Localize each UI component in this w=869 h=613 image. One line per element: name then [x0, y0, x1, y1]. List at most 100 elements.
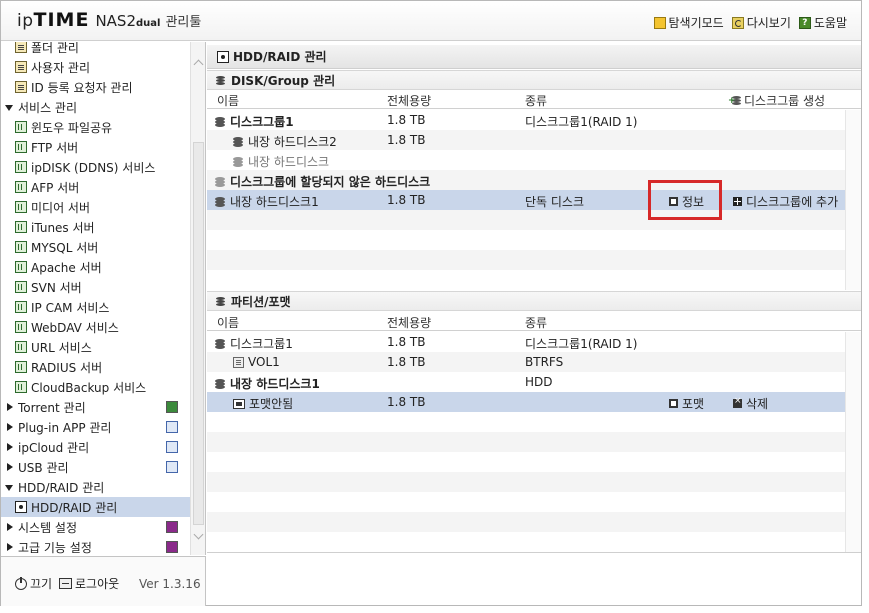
- disk-name: 내장 하드디스크: [248, 155, 330, 169]
- add-to-disk-group-button[interactable]: 디스크그룹에 추가: [733, 193, 838, 210]
- logout-icon: [59, 578, 72, 589]
- disk-name-cell: 디스크그룹1: [215, 113, 294, 130]
- disk-size-cell: 1.8 TB: [387, 113, 426, 127]
- sidebar-item-label: 사용자 관리: [31, 60, 91, 75]
- sidebar-item[interactable]: SVN 서버: [1, 277, 190, 297]
- create-disk-group-button[interactable]: 디스크그룹 생성: [728, 92, 825, 109]
- sidebar-category[interactable]: HDD/RAID 관리: [1, 477, 190, 497]
- col-size: 전체용량: [387, 94, 432, 108]
- disk-icon: [233, 156, 244, 167]
- refresh-label: 다시보기: [746, 16, 791, 30]
- sidebar-item[interactable]: 사용자 관리: [1, 57, 190, 77]
- sidebar-scrollbar[interactable]: [190, 42, 205, 555]
- sidebar-item[interactable]: AFP 서버: [1, 177, 190, 197]
- sidebar-item[interactable]: ipDISK (DDNS) 서비스: [1, 157, 190, 177]
- format-label: 포맷: [682, 397, 705, 411]
- sidebar-item-label: IP CAM 서비스: [31, 300, 110, 315]
- partition-table-row[interactable]: 디스크그룹1 1.8 TB 디스크그룹1(RAID 1): [207, 332, 845, 352]
- sidebar-category[interactable]: 고급 기능 설정: [1, 537, 190, 555]
- partition-name: VOL1: [248, 355, 280, 369]
- sidebar-item[interactable]: HDD/RAID 관리: [1, 497, 190, 517]
- col-name: 이름: [217, 316, 240, 330]
- partition-table-scrollbar[interactable]: [845, 332, 861, 552]
- scroll-thumb[interactable]: [193, 142, 204, 525]
- sidebar-item[interactable]: WebDAV 서비스: [1, 317, 190, 337]
- disk-name: 디스크그룹에 할당되지 않은 하드디스크: [230, 175, 431, 189]
- col-name: 이름: [217, 94, 240, 108]
- logout-button[interactable]: 로그아웃: [59, 575, 119, 592]
- partition-section-title: 파티션/포맷: [231, 294, 291, 309]
- doc-icon: [15, 81, 27, 93]
- partition-type-cell: 디스크그룹1(RAID 1): [525, 337, 638, 351]
- sidebar-item[interactable]: URL 서비스: [1, 337, 190, 357]
- brand-model: NAS2: [95, 12, 136, 30]
- sidebar-category[interactable]: USB 관리: [1, 457, 190, 477]
- disk-table-row[interactable]: 내장 하드디스크: [207, 150, 845, 170]
- info-highlight-box: [648, 180, 722, 220]
- sidebar-item-label: 미디어 서버: [31, 200, 91, 215]
- partition-table-row[interactable]: 내장 하드디스크1 HDD: [207, 372, 845, 392]
- sidebar-item[interactable]: Apache 서버: [1, 257, 190, 277]
- brand-admin-label: 관리툴: [165, 15, 202, 30]
- logout-label: 로그아웃: [75, 577, 120, 591]
- expand-right-icon: [5, 542, 14, 552]
- sidebar-item[interactable]: ID 등록 요청자 관리: [1, 77, 190, 97]
- delete-icon: [733, 396, 742, 408]
- sidebar-item-label: Torrent 관리: [18, 400, 86, 415]
- sidebar-item[interactable]: MYSQL 서버: [1, 237, 190, 257]
- refresh-icon: [731, 16, 744, 29]
- sidebar-category[interactable]: ipCloud 관리: [1, 437, 190, 457]
- grid-icon: [15, 321, 27, 333]
- disk-name: 디스크그룹1: [230, 115, 294, 129]
- partition-name-cell: 내장 하드디스크1: [215, 375, 320, 392]
- empty-row: [207, 230, 845, 250]
- sidebar-item-label: 고급 기능 설정: [18, 540, 92, 555]
- partition-table-row[interactable]: VOL1 1.8 TB BTRFS: [207, 352, 845, 372]
- partition-table-header: 이름 전체용량 종류: [207, 313, 861, 331]
- scroll-down-icon[interactable]: [194, 532, 204, 542]
- category-badge-icon: [166, 521, 178, 533]
- explorer-mode-link[interactable]: 탐색기모드: [653, 14, 724, 31]
- sidebar-item[interactable]: 미디어 서버: [1, 197, 190, 217]
- help-link[interactable]: ? 도움말: [798, 14, 847, 31]
- add-icon: [733, 197, 742, 206]
- disk-table-scrollbar[interactable]: [845, 110, 861, 290]
- sidebar-item[interactable]: CloudBackup 서비스: [1, 377, 190, 397]
- power-off-button[interactable]: 끄기: [15, 575, 52, 592]
- sidebar-item[interactable]: iTunes 서버: [1, 217, 190, 237]
- disk-table-row[interactable]: 디스크그룹에 할당되지 않은 하드디스크: [207, 170, 845, 190]
- sidebar-category[interactable]: 시스템 설정: [1, 517, 190, 537]
- power-off-label: 끄기: [30, 577, 53, 591]
- sidebar-category[interactable]: Torrent 관리: [1, 397, 190, 417]
- refresh-link[interactable]: 다시보기: [731, 14, 791, 31]
- sidebar-item[interactable]: RADIUS 서버: [1, 357, 190, 377]
- help-label: 도움말: [813, 16, 847, 30]
- empty-row: [207, 432, 845, 452]
- sidebar-category[interactable]: Plug-in APP 관리: [1, 417, 190, 437]
- sidebar-item[interactable]: 윈도우 파일공유: [1, 117, 190, 137]
- disk-icon: [215, 116, 226, 127]
- app-window: ip TIME NAS2 dual 관리툴 탐색기모드 다시보기 ? 도움말 폴…: [0, 0, 862, 606]
- grid-icon: [15, 201, 27, 213]
- disk-name: 내장 하드디스크1: [230, 195, 319, 209]
- sidebar-item-label: ipDISK (DDNS) 서비스: [31, 160, 156, 175]
- disk-table-row[interactable]: 내장 하드디스크2 1.8 TB: [207, 130, 845, 150]
- partition-table-row[interactable]: 포맷안됨 1.8 TB 포맷 삭제: [207, 392, 845, 412]
- disk-name: 내장 하드디스크2: [248, 135, 337, 149]
- delete-button[interactable]: 삭제: [733, 395, 768, 412]
- sidebar-item[interactable]: IP CAM 서비스: [1, 297, 190, 317]
- sidebar-item[interactable]: FTP 서버: [1, 137, 190, 157]
- partition-type-cell: BTRFS: [525, 355, 564, 369]
- sidebar-item-label: Plug-in APP 관리: [18, 420, 112, 435]
- scroll-up-icon[interactable]: [194, 58, 204, 68]
- disk-table-row[interactable]: 내장 하드디스크1 1.8 TB 단독 디스크 정보 디스크그룹에 추가: [207, 190, 845, 210]
- empty-row: [207, 210, 845, 230]
- disk-icon: [215, 196, 226, 207]
- add-to-group-label: 디스크그룹에 추가: [746, 195, 839, 209]
- grid-icon: [15, 221, 27, 233]
- format-button[interactable]: 포맷: [669, 395, 704, 412]
- sidebar-item-label: USB 관리: [18, 460, 69, 475]
- disk-table-row[interactable]: 디스크그룹1 1.8 TB 디스크그룹1(RAID 1): [207, 110, 845, 130]
- sidebar-item[interactable]: 폴더 관리: [1, 42, 190, 57]
- sidebar-category[interactable]: 서비스 관리: [1, 97, 190, 117]
